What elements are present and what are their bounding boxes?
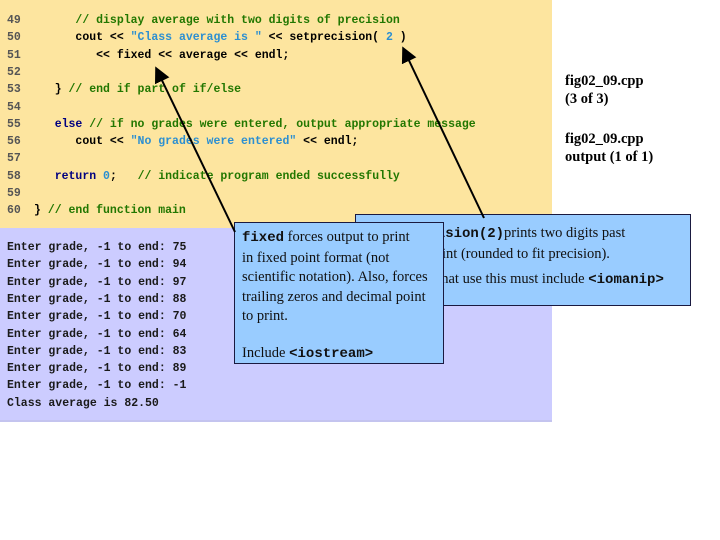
fixed-callout: fixed forces output to print in fixed po… bbox=[234, 222, 444, 364]
output-line: Enter grade, -1 to end: 88 bbox=[7, 292, 187, 306]
code-line: 49 // display average with two digits of… bbox=[7, 12, 400, 29]
code-token: cout << bbox=[75, 135, 131, 149]
line-number: 52 bbox=[7, 65, 21, 79]
code-token: << endl; bbox=[296, 135, 359, 149]
output-line: Class average is 82.50 bbox=[7, 396, 159, 410]
code-token: << fixed << average << endl; bbox=[96, 48, 290, 62]
output-line: Enter grade, -1 to end: 64 bbox=[7, 327, 187, 341]
code-line: 57 bbox=[7, 150, 34, 167]
code-token: // end function main bbox=[47, 204, 186, 218]
fixed-desc-body: in fixed point format (not scientific no… bbox=[242, 249, 428, 325]
file-name: fig02_09.cpp bbox=[565, 73, 644, 89]
line-number: 49 bbox=[7, 14, 21, 27]
line-number: 58 bbox=[7, 169, 21, 183]
code-line: 51 << fixed << average << endl; bbox=[7, 47, 289, 64]
file-label: fig02_09.cpp (3 of 3) bbox=[565, 72, 644, 108]
output-line: Enter grade, -1 to end: 97 bbox=[7, 275, 187, 289]
line-number: 60 bbox=[7, 204, 21, 218]
code-token: ; bbox=[109, 169, 138, 183]
source-code-panel: 49 // display average with two digits of… bbox=[0, 0, 552, 228]
code-token: "Class average is " bbox=[130, 31, 262, 45]
code-token: 2 bbox=[386, 31, 393, 45]
code-token: else bbox=[54, 117, 83, 131]
line-number: 54 bbox=[7, 100, 21, 114]
output-line: Enter grade, -1 to end: -1 bbox=[7, 379, 187, 393]
code-token: } bbox=[54, 83, 69, 97]
code-line: 53 } // end if part of if/else bbox=[7, 81, 241, 98]
file-part: (3 of 3) bbox=[565, 91, 609, 107]
output-file-name: fig02_09.cpp bbox=[565, 131, 644, 147]
output-line: Enter grade, -1 to end: 83 bbox=[7, 344, 187, 358]
code-token: << setprecision( bbox=[261, 31, 386, 45]
code-token: return bbox=[54, 169, 97, 183]
output-line: Enter grade, -1 to end: 89 bbox=[7, 362, 187, 376]
code-token: cout << bbox=[75, 31, 131, 45]
line-number: 51 bbox=[7, 48, 21, 62]
code-token: // if no grades were entered, output app… bbox=[82, 117, 476, 131]
line-number: 55 bbox=[7, 117, 21, 131]
code-line: 50 cout << "Class average is " << setpre… bbox=[7, 29, 407, 46]
code-line: 55 else // if no grades were entered, ou… bbox=[7, 116, 476, 133]
output-line: Enter grade, -1 to end: 94 bbox=[7, 258, 187, 272]
iomanip-code: <iomanip> bbox=[588, 272, 664, 288]
code-line: 54 bbox=[7, 99, 34, 116]
code-token: // display average with two digits of pr… bbox=[75, 14, 400, 27]
iostream-code: <iostream> bbox=[289, 345, 374, 362]
line-number: 57 bbox=[7, 152, 21, 166]
line-number: 56 bbox=[7, 135, 21, 149]
code-token: ) bbox=[392, 31, 407, 45]
line-number: 53 bbox=[7, 83, 21, 97]
code-line: 56 cout << "No grades were entered" << e… bbox=[7, 133, 358, 150]
line-number: 50 bbox=[7, 31, 21, 45]
code-line: 59 bbox=[7, 185, 34, 202]
code-token: // indicate program ended successfully bbox=[137, 169, 400, 183]
output-label: fig02_09.cpp output (1 of 1) bbox=[565, 130, 653, 166]
code-line: 52 bbox=[7, 64, 34, 81]
include-text: Include bbox=[242, 344, 290, 361]
fixed-desc-1: forces output to print bbox=[284, 229, 410, 245]
code-token: 0 bbox=[103, 169, 110, 183]
output-line: Enter grade, -1 to end: 70 bbox=[7, 310, 187, 324]
code-token: // end if part of if/else bbox=[68, 83, 242, 97]
output-part: output (1 of 1) bbox=[565, 149, 654, 165]
code-token: } bbox=[34, 204, 48, 218]
fixed-code: fixed bbox=[242, 230, 285, 246]
setprecision-desc-1: prints two digits past bbox=[504, 225, 626, 241]
output-line: Enter grade, -1 to end: 75 bbox=[7, 241, 187, 254]
code-line: 58 return 0; // indicate program ended s… bbox=[7, 168, 400, 185]
code-token: "No grades were entered" bbox=[130, 135, 297, 149]
line-number: 59 bbox=[7, 187, 21, 200]
code-line: 60} // end function main bbox=[7, 202, 186, 219]
